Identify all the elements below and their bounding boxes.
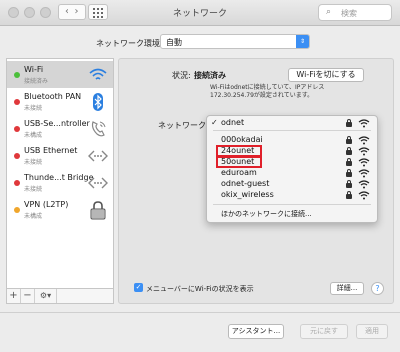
vpn-lock-icon xyxy=(90,201,106,220)
network-name: odnet-guest xyxy=(221,179,270,188)
network-item[interactable]: odnet-guest xyxy=(207,179,377,190)
search-placeholder: 検索 xyxy=(341,9,357,18)
service-name: USB-Se...ntroller xyxy=(24,119,90,128)
magnifier-icon: ⌕ xyxy=(326,7,332,17)
status-dot xyxy=(14,180,20,186)
service-name: Bluetooth PAN xyxy=(24,92,82,101)
lock-icon xyxy=(346,136,352,144)
network-name: okix_wireless xyxy=(221,190,274,199)
show-wifi-in-menubar-label: メニューバーにWi-Fiの状況を表示 xyxy=(146,285,254,293)
updown-arrows-icon: ⇕ xyxy=(296,35,309,48)
network-item-current[interactable]: ✓ odnet xyxy=(207,118,377,129)
service-status: 未構成 xyxy=(24,213,43,220)
network-name: 000okadai xyxy=(221,135,263,144)
location-label: ネットワーク環境: xyxy=(96,39,163,48)
service-list: Wi-Fi 接続済み Bluetooth PAN 未接続 USB-Se...nt… xyxy=(6,58,114,304)
remove-service-button[interactable]: − xyxy=(21,289,35,303)
wifi-signal-icon xyxy=(358,158,370,167)
status-description: Wi-Fiはodnetに接続していて、IPアドレス 172.30.254.79が… xyxy=(210,84,325,99)
wifi-signal-icon xyxy=(358,191,370,200)
wifi-signal-icon xyxy=(358,147,370,156)
wifi-signal-icon xyxy=(358,136,370,145)
service-item-usb-serial[interactable]: USB-Se...ntroller 未構成 xyxy=(7,115,113,142)
add-service-button[interactable]: + xyxy=(7,289,21,303)
menu-separator xyxy=(213,204,371,205)
network-item[interactable]: okix_wireless xyxy=(207,190,377,201)
highlight-box xyxy=(216,156,262,168)
checkmark-icon: ✓ xyxy=(211,118,218,127)
service-item-thunderbolt-bridge[interactable]: Thunde...t Bridge 未接続 xyxy=(7,169,113,196)
search-field[interactable]: ⌕ 検索 xyxy=(318,4,392,21)
turn-wifi-off-button[interactable]: Wi-Fiを切にする xyxy=(288,68,364,82)
network-preferences-window: ‹ › ネットワーク ⌕ 検索 ネットワーク環境: 自動 ⇕ Wi-Fi 接続済… xyxy=(0,0,400,352)
network-name: odnet xyxy=(221,118,245,127)
lock-icon xyxy=(346,180,352,188)
lock-icon xyxy=(346,169,352,177)
service-status: 未接続 xyxy=(24,159,43,166)
service-status: 未接続 xyxy=(24,186,43,193)
service-item-bluetooth-pan[interactable]: Bluetooth PAN 未接続 xyxy=(7,88,113,115)
status-dot xyxy=(14,72,20,78)
service-status: 未構成 xyxy=(24,132,43,139)
lock-icon xyxy=(346,191,352,199)
service-name: VPN (L2TP) xyxy=(24,200,69,209)
service-name: USB Ethernet xyxy=(24,146,78,155)
wifi-signal-icon xyxy=(358,169,370,178)
status-value: 接続済み xyxy=(194,71,226,80)
ethernet-icon xyxy=(88,150,108,162)
show-wifi-in-menubar-checkbox[interactable]: ✓ xyxy=(134,283,143,292)
network-item[interactable]: eduroam xyxy=(207,168,377,179)
location-value: 自動 xyxy=(166,38,182,47)
revert-button[interactable]: 元に戻す xyxy=(300,324,348,339)
status-dot xyxy=(14,207,20,213)
help-button[interactable]: ? xyxy=(371,282,384,295)
status-dot xyxy=(14,153,20,159)
status-label: 状況: xyxy=(172,71,191,80)
service-name: Thunde...t Bridge xyxy=(24,173,94,182)
assistant-button[interactable]: アシスタント... xyxy=(228,324,284,339)
service-action-menu-button[interactable]: ⚙▾ xyxy=(35,289,57,303)
menu-separator xyxy=(213,130,371,131)
wifi-icon xyxy=(89,68,107,80)
phone-icon xyxy=(91,121,106,137)
network-name-dropdown[interactable]: ✓ odnet 000okadai 24ounet 50ounet eduroa… xyxy=(206,115,378,223)
join-other-network-item[interactable]: ほかのネットワークに接続... xyxy=(221,209,312,219)
lock-icon xyxy=(346,147,352,155)
lock-icon xyxy=(346,158,352,166)
footer-divider xyxy=(0,312,400,313)
wifi-signal-icon xyxy=(358,180,370,189)
status-dot xyxy=(14,99,20,105)
service-item-vpn-l2tp[interactable]: VPN (L2TP) 未構成 xyxy=(7,196,113,223)
network-name: eduroam xyxy=(221,168,257,177)
apply-button[interactable]: 適用 xyxy=(356,324,388,339)
wifi-signal-icon xyxy=(358,119,370,128)
service-item-usb-ethernet[interactable]: USB Ethernet 未接続 xyxy=(7,142,113,169)
status-dot xyxy=(14,126,20,132)
service-item-wifi[interactable]: Wi-Fi 接続済み xyxy=(7,61,113,88)
service-list-toolbar: + − ⚙▾ xyxy=(6,288,114,304)
title-bar: ‹ › ネットワーク ⌕ 検索 xyxy=(0,0,400,26)
ethernet-icon xyxy=(88,177,108,189)
service-status: 接続済み xyxy=(24,78,49,85)
bluetooth-icon xyxy=(93,93,103,111)
service-name: Wi-Fi xyxy=(24,65,44,74)
service-status: 未接続 xyxy=(24,105,43,112)
lock-icon xyxy=(346,119,352,127)
advanced-button[interactable]: 詳細... xyxy=(330,282,364,295)
location-select[interactable]: 自動 ⇕ xyxy=(160,34,310,49)
